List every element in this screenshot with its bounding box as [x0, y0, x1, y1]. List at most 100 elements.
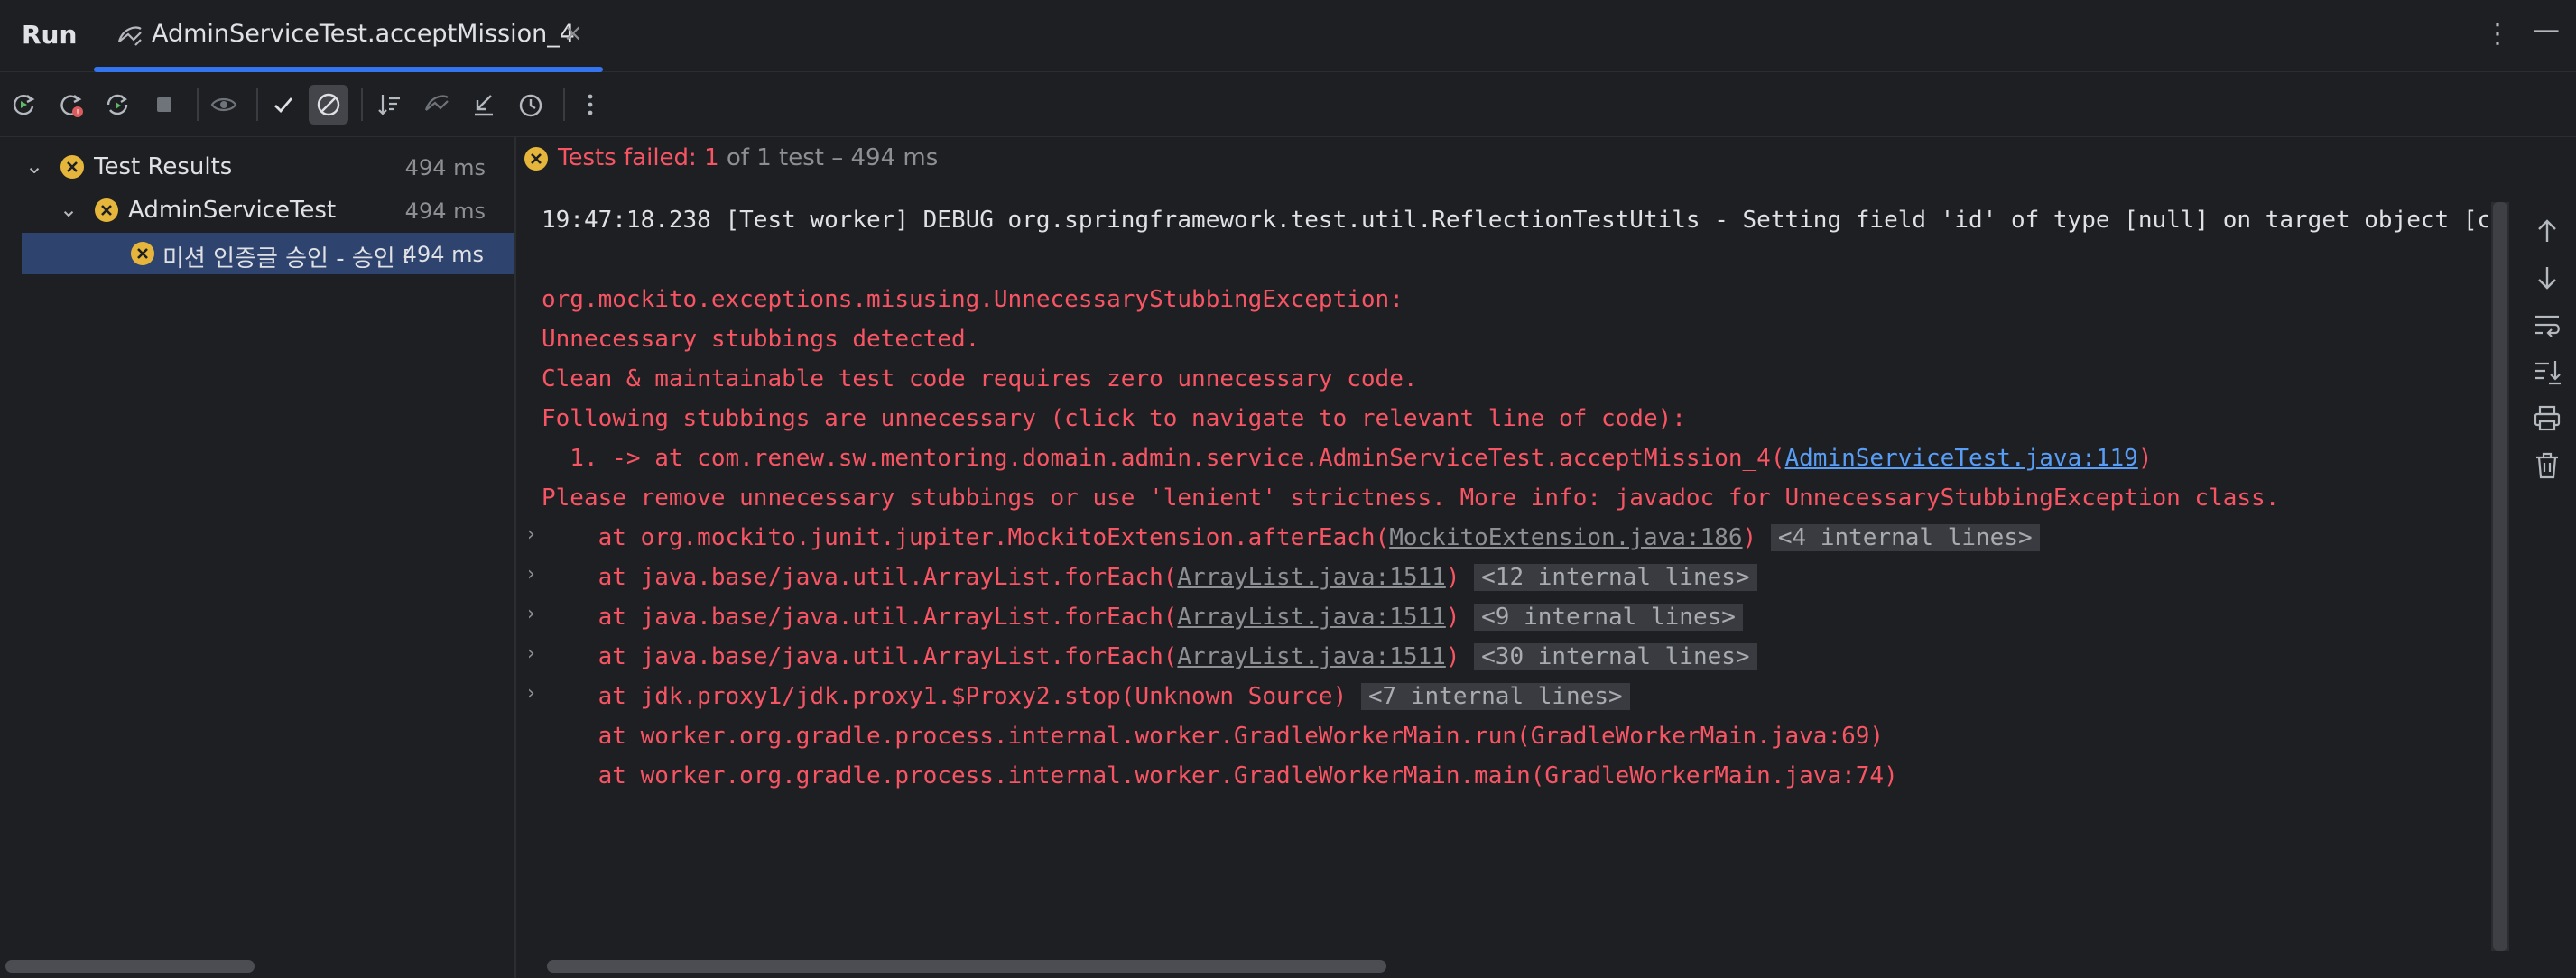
test-duration: 494 ms [403, 242, 484, 267]
rerun-button[interactable] [4, 85, 43, 125]
console-text: 19:47:18.238 [Test worker] DEBUG org.spr… [542, 207, 2488, 234]
history-icon [519, 94, 542, 117]
chevron-down-icon[interactable]: ⌄ [60, 197, 78, 222]
test-history-button[interactable] [511, 85, 551, 125]
test-results-tree: ⌄ Test Results 494 ms ⌄ AdminServiceTest… [0, 137, 516, 978]
console-text: Following stubbings are unnecessary (cli… [542, 405, 1686, 432]
tab-run-configuration[interactable]: AdminServiceTest.acceptMission_4 × [94, 0, 603, 72]
console-line: Following stubbings are unnecessary (cli… [542, 401, 1686, 437]
export-tests-button[interactable] [464, 85, 504, 125]
console-text: org.mockito.exceptions.misusing.Unnecess… [542, 286, 1418, 313]
console-line: Please remove unnecessary stubbings or u… [542, 480, 2279, 516]
stack-frame-line: at jdk.proxy1/jdk.proxy1.$Proxy2.stop(Un… [542, 678, 1630, 715]
console-line: 1. -> at com.renew.sw.mentoring.domain.a… [542, 440, 2152, 476]
horizontal-scrollbar[interactable] [5, 960, 255, 973]
internal-lines-fold[interactable]: <12 internal lines> [1474, 564, 1757, 591]
console-text: ) [1445, 604, 1460, 631]
console-text: at jdk.proxy1/jdk.proxy1.$Proxy2.stop(Un… [542, 683, 1348, 710]
console-text: ) [1742, 524, 1757, 551]
sort-button[interactable] [370, 85, 410, 125]
source-link[interactable]: AdminServiceTest.java:119 [1785, 445, 2138, 472]
tree-item-label: 미션 인증글 승인 - 승인 대 [162, 245, 408, 272]
tab-label: AdminServiceTest.acceptMission_4 [152, 20, 575, 48]
source-link[interactable]: ArrayList.java:1511 [1177, 604, 1445, 631]
stop-button[interactable] [144, 85, 184, 125]
console-text: ) [1445, 564, 1460, 591]
source-link[interactable]: ArrayList.java:1511 [1177, 564, 1445, 591]
show-ignored-filter-button[interactable] [309, 85, 348, 125]
stack-frame-line: at worker.org.gradle.process.internal.wo… [542, 758, 1898, 794]
console-text: Please remove unnecessary stubbings or u… [542, 484, 2280, 512]
minimize-icon[interactable]: — [2533, 14, 2560, 46]
source-link[interactable]: MockitoExtension.java:186 [1389, 524, 1742, 551]
console-line: Clean & maintainable test code requires … [542, 361, 1418, 397]
test-duration: 494 ms [404, 198, 486, 224]
toolbar-separator [361, 88, 363, 121]
stack-frame-line: at java.base/java.util.ArrayList.forEach… [542, 639, 1757, 675]
status-summary: of 1 test – 494 ms [726, 144, 939, 171]
failed-label: Tests failed: [558, 144, 697, 171]
vertical-scrollbar-thumb[interactable] [2493, 202, 2507, 951]
console-line: 19:47:18.238 [Test worker] DEBUG org.spr… [542, 202, 2488, 238]
tree-item-test-results[interactable]: ⌄ Test Results 494 ms [0, 146, 514, 188]
internal-lines-fold[interactable]: <4 internal lines> [1770, 524, 2040, 551]
rerun-failed-button[interactable]: ! [51, 85, 90, 125]
horizontal-scrollbar[interactable] [547, 960, 1386, 973]
source-link[interactable]: ArrayList.java:1511 [1177, 643, 1445, 670]
more-icon [588, 94, 593, 115]
import-icon [424, 95, 449, 111]
status-text: Tests failed: 1 of 1 test – 494 ms [558, 144, 938, 171]
test-run-icon [117, 26, 142, 46]
console-text: ) [1445, 643, 1460, 670]
expand-frames-icon[interactable]: › [527, 603, 535, 625]
sort-icon [378, 95, 400, 115]
internal-lines-fold[interactable]: <7 internal lines> [1360, 683, 1630, 710]
ignored-icon [317, 93, 340, 116]
console-text: at worker.org.gradle.process.internal.wo… [542, 762, 1898, 789]
expand-frames-icon[interactable]: › [527, 563, 535, 586]
tree-item-test-method[interactable]: 미션 인증글 승인 - 승인 대 494 ms [22, 233, 514, 274]
arrow-up-icon [2538, 219, 2556, 242]
console-line: Unnecessary stubbings detected. [542, 321, 979, 357]
scroll-to-end-icon [2535, 361, 2561, 385]
soft-wrap-icon [2535, 315, 2560, 337]
test-failed-icon [131, 242, 154, 265]
rerun-icon [14, 95, 35, 115]
soft-wrap-button[interactable] [2531, 309, 2563, 341]
rerun-automatically-icon [107, 94, 128, 115]
toolbar-more-button[interactable] [570, 85, 610, 125]
next-occurrence-button[interactable] [2531, 262, 2563, 294]
tool-window-title: Run [22, 20, 78, 50]
export-icon [475, 95, 493, 116]
checkmark-icon [274, 97, 293, 114]
tree-item-label: Test Results [94, 153, 233, 180]
expand-frames-icon[interactable]: › [527, 642, 535, 665]
expand-frames-icon[interactable]: › [527, 523, 535, 546]
more-options-icon[interactable]: ⋮ [2484, 18, 2511, 50]
show-passed-filter-button[interactable] [264, 85, 303, 125]
scroll-to-end-button[interactable] [2531, 355, 2563, 388]
expand-frames-icon[interactable]: › [527, 682, 535, 705]
eye-icon [210, 97, 237, 112]
test-failed-icon [524, 147, 548, 171]
rerun-automatically-button[interactable] [97, 85, 137, 125]
tree-item-admin-service-test[interactable]: ⌄ AdminServiceTest 494 ms [0, 189, 514, 231]
toolbar-separator [563, 88, 565, 121]
arrow-down-icon [2538, 267, 2556, 290]
internal-lines-fold[interactable]: <9 internal lines> [1474, 604, 1743, 631]
print-button[interactable] [2531, 402, 2563, 435]
chevron-down-icon[interactable]: ⌄ [25, 153, 43, 179]
failed-count: 1 [704, 144, 719, 171]
import-tests-button[interactable] [417, 85, 457, 125]
internal-lines-fold[interactable]: <30 internal lines> [1474, 643, 1757, 670]
close-tab-icon[interactable]: × [563, 20, 583, 47]
toolbar-separator [256, 88, 258, 121]
show-passed-button[interactable] [204, 85, 244, 125]
stack-frame-line: at java.base/java.util.ArrayList.forEach… [542, 559, 1757, 595]
console-text: at java.base/java.util.ArrayList.forEach… [542, 564, 1178, 591]
previous-occurrence-button[interactable] [2531, 215, 2563, 247]
console-output[interactable]: 19:47:18.238 [Test worker] DEBUG org.spr… [516, 198, 2488, 953]
rerun-failed-icon: ! [60, 95, 83, 118]
console-text: 1. -> at com.renew.sw.mentoring.domain.a… [542, 445, 1785, 472]
clear-all-button[interactable] [2531, 449, 2563, 482]
